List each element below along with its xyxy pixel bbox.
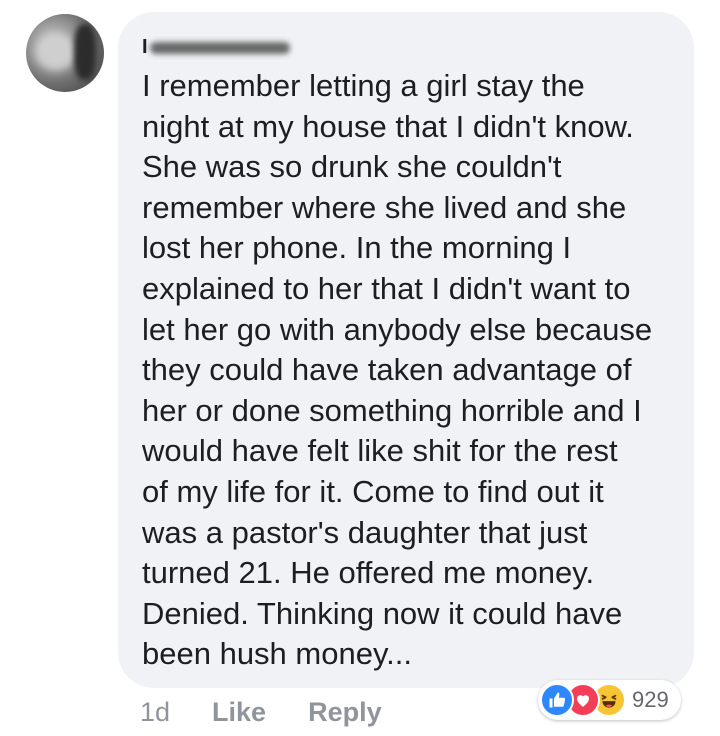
avatar-blur-left bbox=[36, 34, 76, 70]
comment-text: I remember letting a girl stay the night… bbox=[142, 68, 653, 672]
author-name-redacted bbox=[150, 42, 290, 54]
comment-timestamp[interactable]: 1d bbox=[140, 697, 170, 728]
comment-bubble: I I remember letting a girl stay the nig… bbox=[118, 12, 694, 688]
comment-actions: 1d Like Reply bbox=[140, 694, 382, 730]
avatar[interactable] bbox=[26, 14, 104, 92]
reactions-summary[interactable]: 929 bbox=[538, 680, 681, 720]
reply-button[interactable]: Reply bbox=[308, 697, 382, 728]
author-name[interactable]: I bbox=[142, 36, 292, 58]
comment-screen: I I remember letting a girl stay the nig… bbox=[0, 0, 720, 736]
avatar-blur-right bbox=[74, 24, 96, 80]
like-button[interactable]: Like bbox=[212, 697, 266, 728]
author-initial: I bbox=[142, 36, 148, 58]
like-icon bbox=[540, 683, 574, 717]
reaction-count: 929 bbox=[632, 687, 669, 712]
